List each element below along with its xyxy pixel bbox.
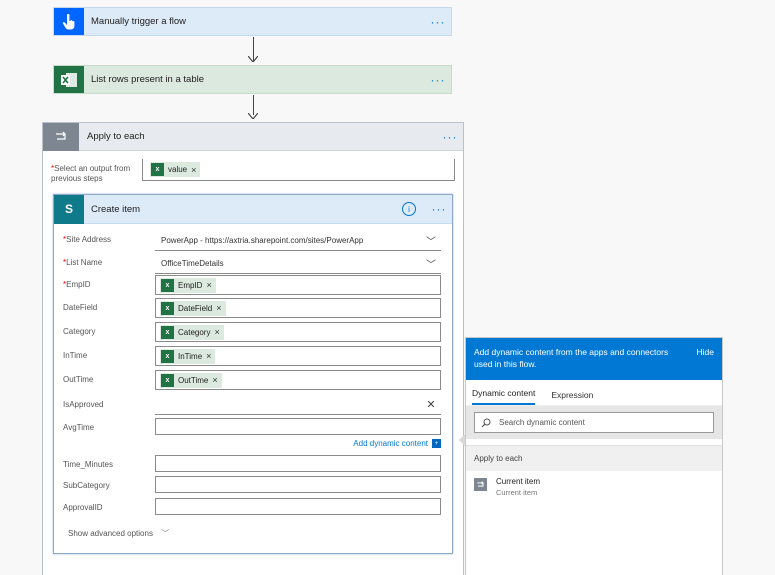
field-label: *Site Address [63, 235, 112, 244]
tab-dynamic-content[interactable]: Dynamic content [472, 388, 536, 405]
hide-button[interactable]: Hide [684, 346, 714, 380]
search-area: Search dynamic content [466, 406, 722, 439]
loop-icon [474, 478, 487, 491]
output-label: *Select an output from previous steps [51, 164, 131, 183]
output-field[interactable]: x value × [142, 159, 455, 181]
panel-header-text: Add dynamic content from the apps and co… [474, 347, 669, 369]
info-icon[interactable]: i [402, 202, 416, 216]
add-dynamic-content-link[interactable]: Add dynamic content + [353, 439, 441, 448]
chevron-down-icon[interactable]: ﹀ [421, 233, 441, 248]
dynamic-token[interactable]: x EmpID × [160, 277, 216, 293]
field-label: ApprovalID [63, 503, 103, 512]
list-rows-card[interactable]: List rows present in a table ··· [53, 65, 452, 94]
show-advanced-options[interactable]: Show advanced options ﹀ [68, 528, 169, 539]
remove-token-icon[interactable]: × [212, 375, 217, 385]
intime-field[interactable]: x InTime × [155, 346, 441, 366]
list-rows-title: List rows present in a table [91, 74, 205, 85]
panel-tabs: Dynamic content Expression [466, 380, 722, 406]
excel-token-icon: x [161, 301, 174, 315]
field-label: IsApproved [63, 400, 104, 409]
remove-token-icon[interactable]: × [191, 165, 196, 175]
connector-line [253, 95, 254, 115]
excel-token-icon: x [161, 278, 174, 292]
tab-expression[interactable]: Expression [551, 390, 593, 405]
avgtime-field[interactable] [155, 418, 441, 435]
outtime-field[interactable]: x OutTime × [155, 370, 441, 390]
chevron-down-icon: ﹀ [161, 529, 170, 538]
field-label: OutTime [63, 375, 94, 384]
dynamic-token[interactable]: x InTime × [160, 348, 216, 364]
apply-more-button[interactable]: ··· [437, 130, 463, 144]
section-apply-to-each: Apply to each [466, 445, 722, 471]
apply-to-each-title: Apply to each [87, 131, 145, 142]
create-item-header[interactable]: S Create item i ··· [54, 194, 452, 224]
dynamic-token[interactable]: x DateField × [160, 300, 226, 316]
item-title: Current item [496, 477, 541, 486]
time-minutes-field[interactable] [155, 455, 441, 472]
create-item-more-button[interactable]: ··· [426, 202, 452, 216]
list-item[interactable]: Current item Current item [466, 471, 722, 503]
dynamic-content-panel: Add dynamic content from the apps and co… [465, 337, 723, 575]
excel-token-icon: x [151, 163, 164, 176]
field-label: *List Name [63, 258, 103, 267]
loop-icon [43, 122, 79, 151]
subcategory-field[interactable] [155, 476, 441, 493]
dynamic-token[interactable]: x OutTime × [160, 372, 222, 388]
empid-field[interactable]: x EmpID × [155, 275, 441, 295]
remove-token-icon[interactable]: × [206, 280, 211, 290]
field-label: InTime [63, 351, 88, 360]
excel-token-icon: x [161, 349, 174, 363]
isapproved-field[interactable]: ✕ [155, 395, 441, 415]
excel-token-icon: x [161, 325, 174, 339]
trigger-title: Manually trigger a flow [91, 16, 187, 27]
search-input[interactable]: Search dynamic content [474, 412, 714, 433]
panel-header: Add dynamic content from the apps and co… [466, 338, 722, 380]
trigger-card[interactable]: Manually trigger a flow ··· [53, 7, 452, 36]
dynamic-content-icon: + [432, 439, 441, 448]
field-label: Time_Minutes [63, 460, 113, 469]
trigger-more-button[interactable]: ··· [425, 15, 451, 29]
clear-icon[interactable]: ✕ [421, 398, 441, 411]
field-label: Category [63, 327, 96, 336]
arrow-down-icon [248, 113, 258, 119]
excel-icon [54, 66, 84, 93]
remove-token-icon[interactable]: × [206, 351, 211, 361]
sharepoint-icon: S [54, 194, 84, 224]
arrow-down-icon [248, 56, 258, 62]
value-token[interactable]: x value × [150, 162, 201, 177]
chevron-down-icon[interactable]: ﹀ [421, 256, 441, 271]
list-rows-more-button[interactable]: ··· [425, 73, 451, 87]
field-label: SubCategory [63, 481, 110, 490]
search-icon [481, 418, 491, 428]
apply-to-each-header[interactable]: Apply to each ··· [43, 122, 463, 151]
dynamic-token[interactable]: x Category × [160, 324, 224, 340]
field-label: DateField [63, 303, 98, 312]
list-name-field[interactable]: OfficeTimeDetails ﹀ [155, 254, 441, 274]
excel-token-icon: x [161, 373, 174, 387]
hand-touch-icon [54, 8, 84, 35]
create-item-title: Create item [91, 203, 141, 215]
field-label: *EmpID [63, 280, 91, 289]
remove-token-icon[interactable]: × [216, 303, 221, 313]
item-subtitle: Current item [496, 488, 538, 497]
create-item-card: S Create item i ··· *Site Address PowerAp… [53, 194, 453, 554]
approvalid-field[interactable] [155, 498, 441, 515]
remove-token-icon[interactable]: × [214, 327, 219, 337]
site-address-field[interactable]: PowerApp - https://axtria.sharepoint.com… [155, 231, 441, 251]
category-field[interactable]: x Category × [155, 322, 441, 342]
datefield-field[interactable]: x DateField × [155, 298, 441, 318]
field-label: AvgTime [63, 423, 95, 432]
